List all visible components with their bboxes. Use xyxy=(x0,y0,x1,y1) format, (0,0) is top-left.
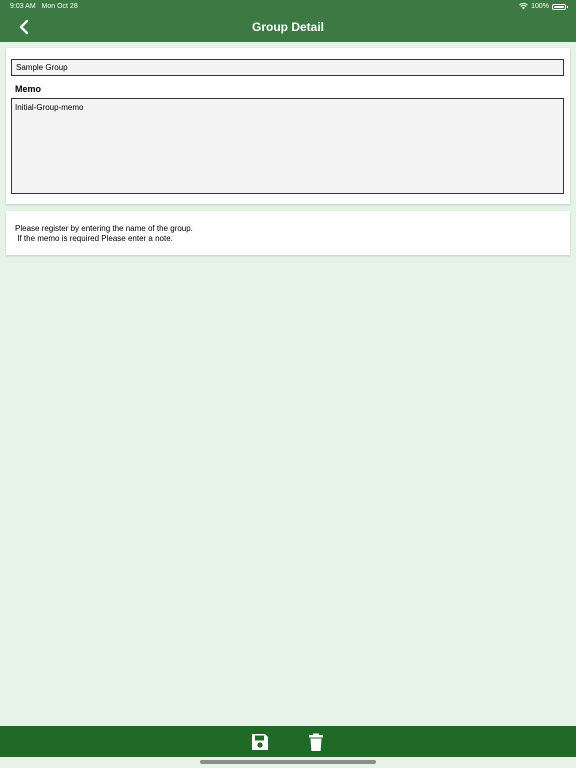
status-bar: 9:03 AM Mon Oct 28 100% xyxy=(0,0,576,14)
group-name-input[interactable] xyxy=(11,59,564,76)
memo-label: Memo xyxy=(15,84,42,94)
help-text: Please register by entering the name of … xyxy=(15,224,193,244)
floppy-disk-icon xyxy=(252,734,268,750)
status-time: 9:03 AM Mon Oct 28 xyxy=(10,3,78,10)
save-button[interactable] xyxy=(250,732,270,752)
status-date-text: Mon Oct 28 xyxy=(41,3,78,10)
status-indicators: 100% xyxy=(519,3,568,10)
delete-button[interactable] xyxy=(306,732,326,752)
navigation-header: 9:03 AM Mon Oct 28 100% Group Detail xyxy=(0,0,576,42)
bottom-toolbar xyxy=(0,726,576,757)
help-text-line-2: If the memo is required Please enter a n… xyxy=(15,234,173,243)
group-form-card: Memo Initial-Group-memo xyxy=(6,48,570,204)
memo-textarea[interactable]: Initial-Group-memo xyxy=(11,98,564,194)
status-time-text: 9:03 AM xyxy=(10,3,36,10)
help-text-line-1: Please register by entering the name of … xyxy=(15,224,193,233)
battery-icon xyxy=(552,3,568,10)
wifi-icon xyxy=(519,3,528,10)
page-title: Group Detail xyxy=(251,20,324,34)
help-card: Please register by entering the name of … xyxy=(6,211,570,255)
trash-icon xyxy=(309,733,323,751)
battery-percent: 100% xyxy=(531,3,549,10)
home-indicator[interactable] xyxy=(200,760,376,764)
